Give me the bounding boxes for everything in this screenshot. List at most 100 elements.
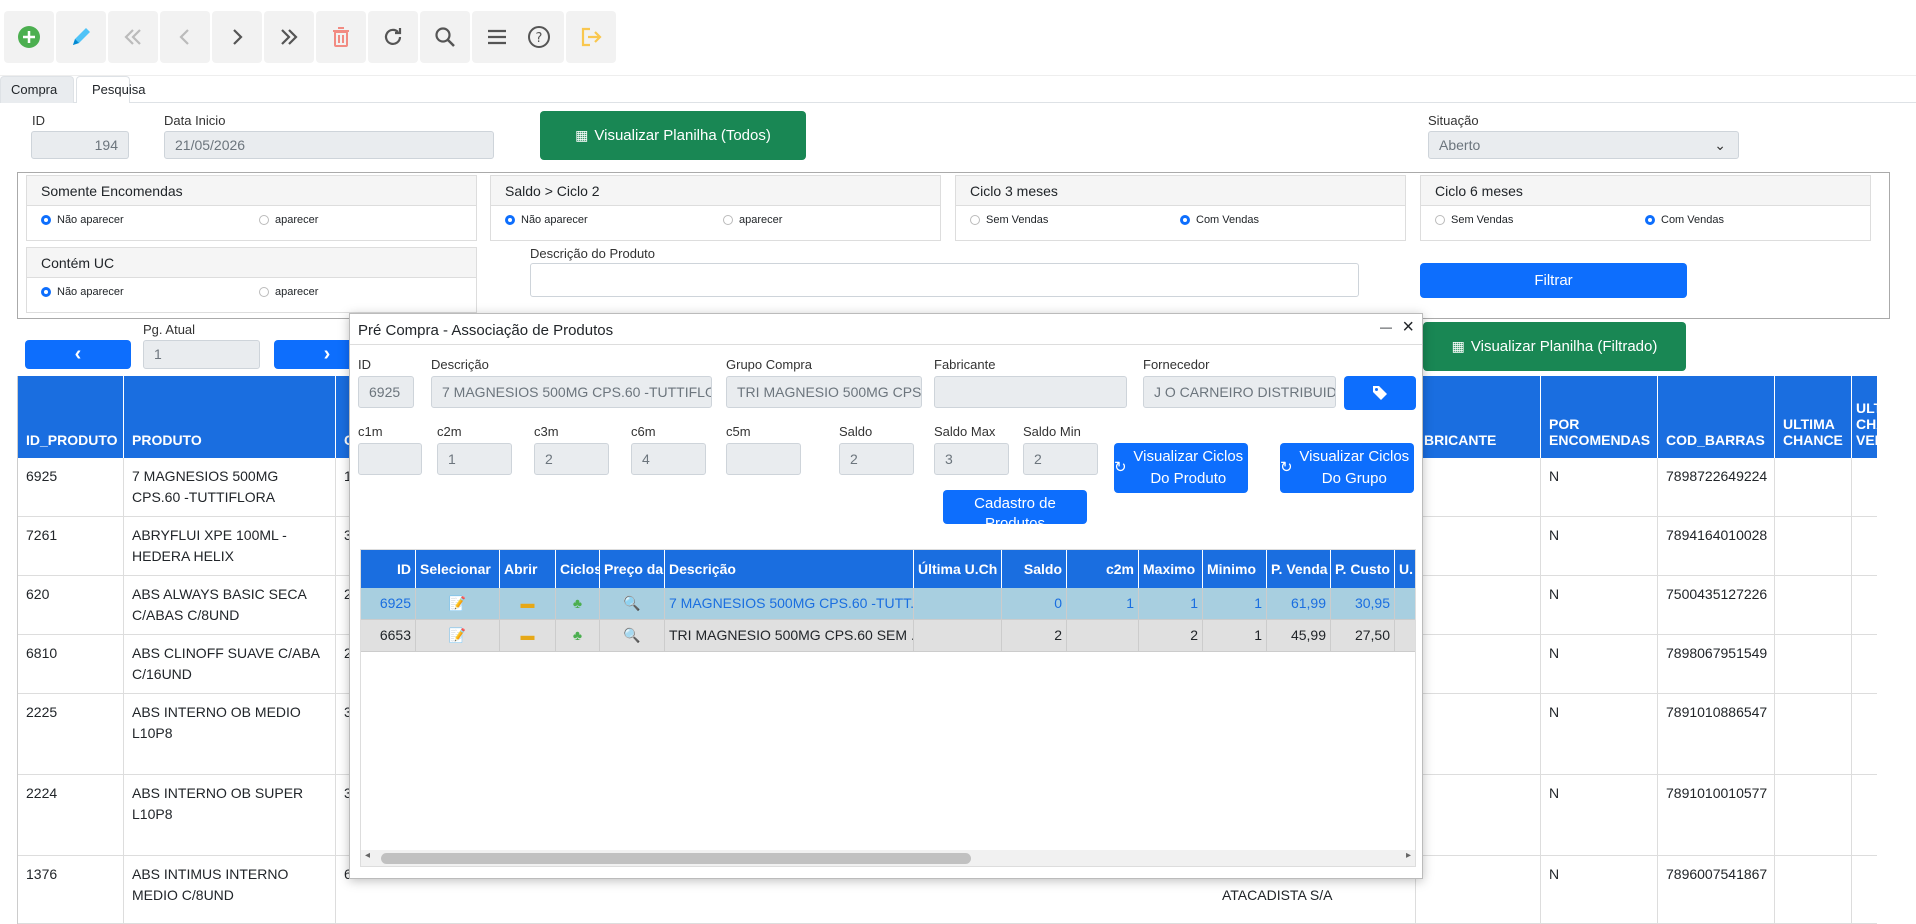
cell-encomendas: N xyxy=(1541,694,1658,774)
chevron-left-icon: ‹ xyxy=(74,343,82,365)
add-button[interactable] xyxy=(4,11,54,63)
contem-uc-aparecer[interactable]: aparecer xyxy=(259,286,318,298)
modal-fornecedor-field[interactable]: J O CARNEIRO DISTRIBUIDORA xyxy=(1143,376,1336,408)
modal-fabricante-label: Fabricante xyxy=(934,357,996,372)
ciclo3-sem-vendas[interactable]: Sem Vendas xyxy=(970,214,1048,226)
modal-fabricante-field[interactable] xyxy=(934,376,1127,408)
last-page-button[interactable] xyxy=(264,11,314,63)
mcol-header-selecionar[interactable]: Selecionar xyxy=(416,550,500,588)
tab-pesquisa[interactable]: Pesquisa xyxy=(76,76,145,103)
col-header-por-encomendas[interactable]: POR ENCOMENDAS xyxy=(1541,376,1658,458)
mcol-header-u[interactable]: U. xyxy=(1395,550,1415,588)
col-header-ultima-chance-venda[interactable]: ULTI CHA VEN xyxy=(1852,376,1877,458)
mtable-row-selected[interactable]: 6925 📝 ▬ ♣ 🔍 7 MAGNESIOS 500MG CPS.60 -T… xyxy=(361,588,1415,620)
cell-ultima-chance xyxy=(1775,576,1852,634)
c3m-field[interactable]: 2 xyxy=(534,443,609,475)
mcol-header-ultima-uc[interactable]: Última U.Ch xyxy=(914,550,1002,588)
mcell-saldo: 0 xyxy=(1002,588,1067,619)
mcol-header-saldo[interactable]: Saldo xyxy=(1002,550,1067,588)
price-search-icon[interactable]: 🔍 xyxy=(600,588,665,619)
cell-barras: 7896007541867 xyxy=(1658,856,1775,923)
refresh-icon: ↻ xyxy=(1114,459,1127,476)
ciclo3-com-vendas[interactable]: Com Vendas xyxy=(1180,214,1259,226)
refresh-button[interactable] xyxy=(368,11,418,63)
tag-button[interactable] xyxy=(1344,376,1416,410)
filtrar-button[interactable]: Filtrar xyxy=(1420,263,1687,298)
modal-grupo-field[interactable]: TRI MAGNESIO 500MG CPS.60 xyxy=(726,376,922,408)
col-header-produto[interactable]: PRODUTO xyxy=(124,376,336,458)
mcol-header-descricao[interactable]: Descrição xyxy=(665,550,914,588)
cell-ultima-chance xyxy=(1775,458,1852,516)
situacao-select[interactable]: Aberto ⌄ xyxy=(1428,131,1739,159)
mcol-header-ciclos[interactable]: Ciclos xyxy=(556,550,600,588)
c5m-field[interactable] xyxy=(726,443,801,475)
saldo-min-field[interactable]: 2 xyxy=(1023,443,1098,475)
saldo-field[interactable]: 2 xyxy=(839,443,914,475)
help-button[interactable]: ? xyxy=(514,11,564,63)
mcell-venda: 61,99 xyxy=(1267,588,1331,619)
first-page-button[interactable] xyxy=(108,11,158,63)
ciclo6-com-vendas[interactable]: Com Vendas xyxy=(1645,214,1724,226)
mcol-header-id[interactable]: ID xyxy=(361,550,416,588)
horizontal-scrollbar[interactable]: ◂ ▸ xyxy=(361,850,1415,866)
ciclos-produto-button[interactable]: ↻ Visualizar Ciclos Do Produto xyxy=(1114,443,1248,493)
visualizar-filtrado-button[interactable]: ▦ Visualizar Planilha (Filtrado) xyxy=(1423,322,1686,371)
saldo-max-field[interactable]: 3 xyxy=(934,443,1009,475)
pg-atual-field[interactable]: 1 xyxy=(143,340,260,369)
data-inicio-field[interactable]: 21/05/2026 xyxy=(164,131,494,159)
mcol-header-c2m[interactable]: c2m xyxy=(1067,550,1139,588)
c6m-field[interactable]: 4 xyxy=(631,443,706,475)
previous-button[interactable] xyxy=(160,11,210,63)
search-button[interactable] xyxy=(420,11,470,63)
cell-fabricante xyxy=(1416,635,1541,693)
somente-encomendas-nao-aparecer[interactable]: Não aparecer xyxy=(41,214,124,226)
ciclos-grupo-button[interactable]: ↻ Visualizar Ciclos Do Grupo xyxy=(1280,443,1414,493)
scroll-left-icon[interactable]: ◂ xyxy=(365,850,370,861)
next-button[interactable] xyxy=(212,11,262,63)
mtable-row[interactable]: 6653 📝 ▬ ♣ 🔍 TRI MAGNESIO 500MG CPS.60 S… xyxy=(361,620,1415,652)
descricao-produto-input[interactable] xyxy=(530,263,1359,297)
open-folder-icon[interactable]: ▬ xyxy=(500,620,556,651)
modal-id-field[interactable]: 6925 xyxy=(358,376,414,408)
mcol-header-minimo[interactable]: Minimo xyxy=(1203,550,1267,588)
minimize-icon[interactable]: — xyxy=(1380,320,1392,334)
open-folder-icon[interactable]: ▬ xyxy=(500,588,556,619)
saldo-ciclo2-aparecer[interactable]: aparecer xyxy=(723,214,782,226)
id-field[interactable]: 194 xyxy=(31,131,129,159)
col-header-cod-barras[interactable]: COD_BARRAS xyxy=(1658,376,1775,458)
select-edit-icon[interactable]: 📝 xyxy=(416,620,500,651)
tab-compra[interactable]: Compra xyxy=(0,76,74,103)
scroll-thumb[interactable] xyxy=(381,853,971,864)
c1m-field[interactable] xyxy=(358,443,422,475)
visualizar-todos-button[interactable]: ▦ Visualizar Planilha (Todos) xyxy=(540,111,806,160)
contem-uc-nao-aparecer[interactable]: Não aparecer xyxy=(41,286,124,298)
saldo-ciclo2-nao-aparecer[interactable]: Não aparecer xyxy=(505,214,588,226)
mcol-header-p-custo[interactable]: P. Custo xyxy=(1331,550,1395,588)
mcol-header-maximo[interactable]: Maximo xyxy=(1139,550,1203,588)
mcol-header-p-venda[interactable]: P. Venda xyxy=(1267,550,1331,588)
ciclo6-sem-vendas[interactable]: Sem Vendas xyxy=(1435,214,1513,226)
cycles-icon[interactable]: ♣ xyxy=(556,620,600,651)
select-edit-icon[interactable]: 📝 xyxy=(416,588,500,619)
radio-label: Sem Vendas xyxy=(986,214,1049,226)
somente-encomendas-aparecer[interactable]: aparecer xyxy=(259,214,318,226)
price-search-icon[interactable]: 🔍 xyxy=(600,620,665,651)
col-header-ultima-chance[interactable]: ULTIMA CHANCE xyxy=(1775,376,1852,458)
col-header-id-produto[interactable]: ID_PRODUTO xyxy=(18,376,124,458)
radio-selected-icon xyxy=(1180,215,1190,225)
close-icon[interactable]: × xyxy=(1402,316,1414,339)
delete-button[interactable] xyxy=(316,11,366,63)
ciclo6-title: Ciclo 6 meses xyxy=(1421,176,1870,206)
mcol-header-abrir[interactable]: Abrir xyxy=(500,550,556,588)
edit-button[interactable] xyxy=(56,11,106,63)
cadastro-produtos-button[interactable]: Cadastro de Produtos xyxy=(943,490,1087,524)
exit-button[interactable] xyxy=(566,11,616,63)
prev-page-button[interactable]: ‹ xyxy=(25,340,131,369)
cell-ultima-chance xyxy=(1775,856,1852,923)
mcol-header-preco[interactable]: Preço da xyxy=(600,550,665,588)
c2m-field[interactable]: 1 xyxy=(437,443,512,475)
cycles-icon[interactable]: ♣ xyxy=(556,588,600,619)
scroll-right-icon[interactable]: ▸ xyxy=(1406,850,1411,861)
modal-descricao-field[interactable]: 7 MAGNESIOS 500MG CPS.60 -TUTTIFLORA xyxy=(431,376,712,408)
col-header-fabricante[interactable]: BRICANTE xyxy=(1416,376,1541,458)
